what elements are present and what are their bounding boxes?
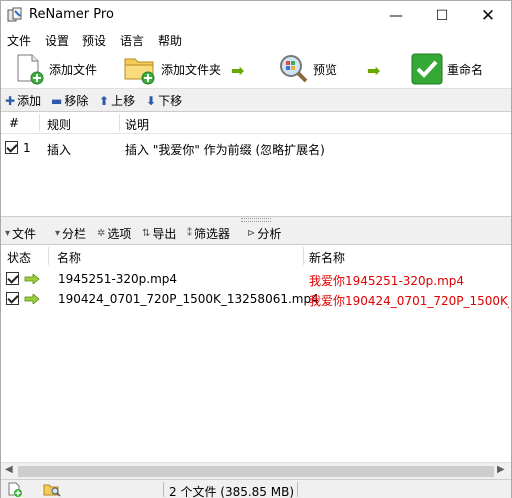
move-down-button[interactable]: ⬇ 下移 (146, 92, 182, 109)
col-rule-header[interactable]: 规则 (47, 116, 71, 133)
minimize-button[interactable]: — (373, 1, 419, 31)
file-new-name: 我爱你1945251-320p.mp4 (309, 274, 465, 288)
file-row[interactable]: 1945251-320p.mp4 我爱你1945251-320p.mp4 (1, 269, 511, 289)
minus-icon: ▬ (51, 93, 63, 108)
add-rule-button[interactable]: ✚ 添加 (5, 92, 41, 109)
columns-icon: ▾ (55, 228, 61, 239)
green-arrow-icon (24, 294, 40, 304)
minimize-icon: — (389, 8, 403, 24)
window-title: ReNamer Pro (29, 7, 114, 22)
arrow-right-icon: ➡ (367, 61, 381, 80)
analyze-menu-button[interactable]: ⊳ 分析 (247, 225, 281, 242)
filter-icon: ⁑ (187, 228, 192, 239)
analyze-icon: ⊳ (247, 228, 256, 239)
add-folder-label: 添加文件夹 (161, 62, 222, 77)
files-menu-label: 文件 (12, 227, 37, 241)
columns-menu-button[interactable]: ▾ 分栏 (55, 225, 86, 242)
arrow-up-icon: ⬆ (99, 93, 110, 108)
rules-table: # 规则 说明 1 插入 插入 "我爱你" 作为前缀 (忽略扩展名) (1, 111, 511, 217)
move-up-button[interactable]: ⬆ 上移 (99, 92, 135, 109)
menu-file[interactable]: 文件 (7, 32, 31, 49)
rule-index: 1 (23, 141, 31, 155)
analyze-menu-label: 分析 (257, 227, 282, 241)
export-menu-label: 导出 (152, 227, 177, 241)
col-status-header[interactable]: 状态 (7, 249, 31, 266)
horizontal-scrollbar[interactable]: ◀ ▶ (1, 462, 511, 479)
columns-menu-label: 分栏 (62, 227, 87, 241)
rules-toolbar: ✚ 添加 ▬ 移除 ⬆ 上移 ⬇ 下移 (1, 90, 511, 110)
file-checkbox[interactable] (6, 272, 19, 285)
rule-checkbox[interactable] (5, 141, 18, 154)
add-rule-label: 添加 (17, 94, 42, 108)
menu-language[interactable]: 语言 (120, 32, 144, 49)
files-header: 状态 名称 新名称 (1, 245, 511, 267)
rule-row[interactable]: 1 插入 插入 "我爱你" 作为前缀 (忽略扩展名) (1, 138, 511, 158)
options-icon: ✲ (97, 228, 106, 239)
col-description-header[interactable]: 说明 (125, 116, 149, 133)
col-name-header[interactable]: 名称 (57, 249, 81, 266)
panel-splitter[interactable] (241, 218, 271, 222)
add-folder-icon (124, 58, 155, 85)
preview-button[interactable]: 预览 (277, 51, 337, 87)
rule-description: 插入 "我爱你" 作为前缀 (忽略扩展名) (125, 143, 325, 157)
add-file-small-icon[interactable] (7, 482, 23, 497)
scroll-left-icon[interactable]: ◀ (5, 464, 13, 475)
rename-label: 重命名 (447, 62, 484, 77)
files-icon: ▾ (5, 228, 11, 239)
status-file-count: 2 个文件 (385.85 MB) (169, 485, 295, 498)
export-icon: ⇅ (142, 228, 151, 239)
rename-button[interactable]: 重命名 (411, 51, 483, 87)
files-table: 状态 名称 新名称 1945251-320p.mp4 我爱你1945251-32… (1, 244, 511, 462)
add-files-label: 添加文件 (49, 62, 98, 77)
arrow-right-icon: ➡ (231, 61, 245, 80)
app-icon (7, 7, 22, 22)
menu-help[interactable]: 帮助 (158, 32, 182, 49)
filter-menu-button[interactable]: ⁑ 筛选器 (187, 225, 230, 242)
files-toolbar: ▾ 文件 ▾ 分栏 ✲ 选项 ⇅ 导出 ⁑ 筛选器 ⊳ 分析 (1, 223, 511, 243)
maximize-icon: ☐ (435, 8, 449, 24)
options-menu-label: 选项 (107, 227, 132, 241)
files-menu-button[interactable]: ▾ 文件 (5, 225, 36, 242)
filter-menu-label: 筛选器 (194, 227, 231, 241)
rules-header: # 规则 说明 (1, 112, 511, 134)
add-folder-button[interactable]: 添加文件夹 (123, 51, 221, 87)
file-checkbox[interactable] (6, 292, 19, 305)
close-button[interactable]: ✕ (465, 1, 511, 31)
folder-search-icon[interactable] (43, 482, 61, 497)
scroll-right-icon[interactable]: ▶ (497, 464, 505, 475)
menu-settings[interactable]: 设置 (45, 32, 69, 49)
scroll-thumb[interactable] (18, 466, 494, 477)
check-icon (411, 53, 443, 85)
status-bar: 2 个文件 (385.85 MB) (1, 479, 511, 498)
main-toolbar: 添加文件 添加文件夹 ➡ 预览 ➡ 重命名 (1, 49, 511, 89)
file-new-name: 我爱你190424_0701_720P_1500K_1 (309, 294, 509, 308)
file-row[interactable]: 190424_0701_720P_1500K_13258061.mp4 我爱你1… (1, 289, 511, 309)
arrow-down-icon: ⬇ (146, 93, 157, 108)
close-icon: ✕ (480, 6, 496, 26)
menu-presets[interactable]: 预设 (82, 32, 106, 49)
remove-rule-label: 移除 (64, 94, 89, 108)
title-bar: ReNamer Pro — ☐ ✕ (1, 1, 511, 31)
move-down-label: 下移 (158, 94, 183, 108)
file-name: 190424_0701_720P_1500K_13258061.mp4 (58, 292, 319, 306)
add-file-icon (17, 54, 44, 85)
preview-label: 预览 (313, 62, 338, 77)
move-up-label: 上移 (111, 94, 136, 108)
maximize-button[interactable]: ☐ (419, 1, 465, 31)
col-index-header[interactable]: # (9, 116, 19, 130)
green-arrow-icon (24, 274, 40, 284)
rule-name: 插入 (47, 143, 72, 157)
menu-bar: 文件 设置 预设 语言 帮助 (1, 31, 511, 49)
remove-rule-button[interactable]: ▬ 移除 (51, 92, 88, 109)
add-files-button[interactable]: 添加文件 (15, 51, 97, 87)
plus-icon: ✚ (5, 93, 16, 108)
col-new-name-header[interactable]: 新名称 (309, 249, 345, 266)
export-menu-button[interactable]: ⇅ 导出 (142, 225, 176, 242)
file-name: 1945251-320p.mp4 (58, 272, 178, 286)
magnifier-icon (280, 55, 308, 83)
renamer-window: ReNamer Pro — ☐ ✕ 文件 设置 预设 语言 帮助 添加文件 添加… (0, 0, 512, 498)
options-menu-button[interactable]: ✲ 选项 (97, 225, 131, 242)
